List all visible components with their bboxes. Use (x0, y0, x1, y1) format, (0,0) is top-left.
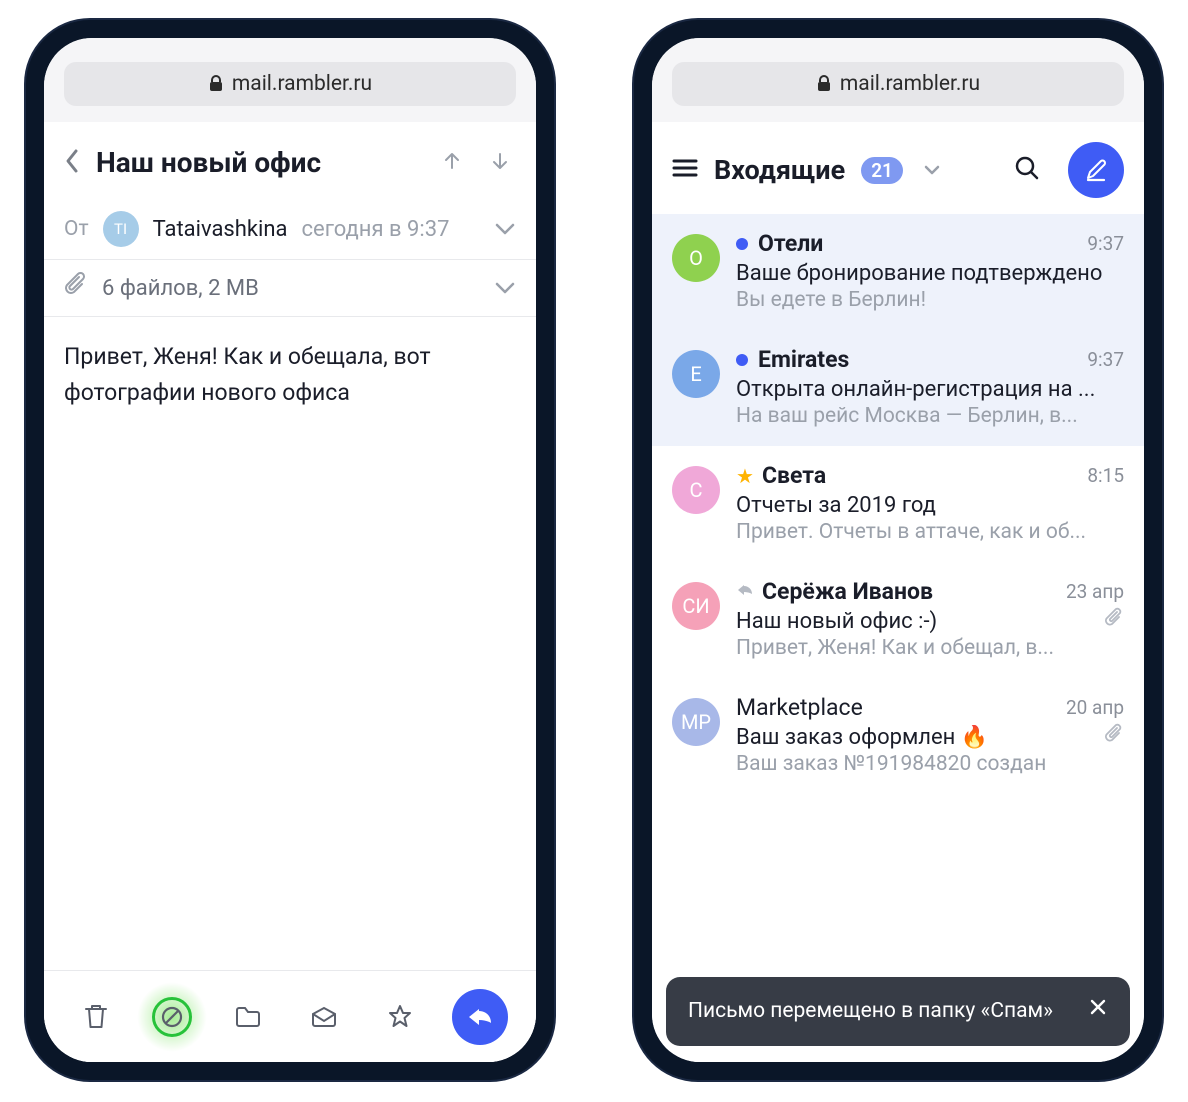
sender-name: Tataivashkina (153, 217, 288, 242)
message-sender: Marketplace (736, 694, 863, 721)
sender-avatar: O (672, 234, 720, 282)
star-button[interactable] (376, 993, 424, 1041)
screen-left: mail.rambler.ru Наш новый офис От TI Tat… (44, 38, 536, 1062)
email-thread-view: Наш новый офис От TI Tataivashkina сегод… (44, 122, 536, 1062)
message-subject: Наш новый офис :-) (736, 609, 1096, 634)
thread-title: Наш новый офис (96, 146, 420, 179)
screen-right: mail.rambler.ru Входящие 21 (652, 38, 1144, 1062)
folder-name[interactable]: Входящие (714, 154, 845, 186)
paperclip-icon (64, 272, 88, 304)
attachments-summary: 6 файлов, 2 MB (102, 276, 259, 301)
message-preview: Привет. Отчеты в аттаче, как и об... (736, 520, 1124, 544)
message-body: Серёжа Иванов 23 апр Наш новый офис :-)При… (736, 578, 1124, 660)
spam-icon (152, 997, 192, 1037)
message-item[interactable]: C ★ Света 8:15 Отчеты за 2019 годПривет. Отч… (652, 446, 1144, 562)
message-time: 8:15 (1087, 464, 1124, 487)
star-icon: ★ (736, 464, 754, 488)
message-item[interactable]: MP Marketplace 20 апр Ваш заказ оформлен 🔥В… (652, 678, 1144, 794)
reply-button[interactable] (452, 989, 508, 1045)
unread-count-badge: 21 (861, 157, 903, 184)
toast-notification: Письмо перемещено в папку «Спам» (666, 977, 1130, 1046)
message-time: 23 апр (1066, 580, 1124, 603)
from-label: От (64, 217, 89, 241)
search-button[interactable] (1014, 155, 1040, 185)
back-button[interactable] (64, 147, 80, 179)
sender-avatar: C (672, 466, 720, 514)
message-preview: Вы едете в Берлин! (736, 288, 1124, 312)
sender-avatar: E (672, 350, 720, 398)
message-sender: Отели (758, 230, 823, 257)
message-preview: Привет, Женя! Как и обещал, в... (736, 636, 1124, 660)
thread-header: Наш новый офис (44, 122, 536, 199)
toast-text: Письмо перемещено в папку «Спам» (688, 997, 1088, 1026)
inbox-header: Входящие 21 (652, 122, 1144, 214)
delete-button[interactable] (72, 993, 120, 1041)
message-subject: Открыта онлайн-регистрация на ... (736, 377, 1124, 402)
paperclip-icon (1104, 723, 1124, 749)
address-bar-url: mail.rambler.ru (232, 72, 372, 96)
sender-avatar: СИ (672, 582, 720, 630)
toast-close-button[interactable] (1088, 997, 1108, 1026)
message-body: ★ Света 8:15 Отчеты за 2019 годПривет. Отче… (736, 462, 1124, 544)
message-preview: На ваш рейс Москва — Берлин, в... (736, 404, 1124, 428)
message-time: 9:37 (1087, 232, 1124, 255)
lock-icon (208, 75, 224, 93)
message-sender: Emirates (758, 346, 849, 373)
inbox-view: Входящие 21 O Отели 9:37 Ваше бронирование … (652, 122, 1144, 1062)
message-item[interactable]: O Отели 9:37 Ваше бронирование подтверждено… (652, 214, 1144, 330)
move-folder-button[interactable] (224, 993, 272, 1041)
address-bar-field[interactable]: mail.rambler.ru (672, 62, 1124, 106)
mark-read-button[interactable] (300, 993, 348, 1041)
message-subject: Ваш заказ оформлен 🔥 (736, 725, 1096, 750)
message-preview: Ваш заказ №191984820 создан (736, 752, 1124, 776)
message-time: 9:37 (1087, 348, 1124, 371)
compose-button[interactable] (1068, 142, 1124, 198)
menu-button[interactable] (672, 158, 698, 182)
address-bar-url: mail.rambler.ru (840, 72, 980, 96)
spam-button[interactable] (148, 993, 196, 1041)
paperclip-icon (1104, 607, 1124, 633)
browser-address-bar: mail.rambler.ru (44, 38, 536, 122)
phone-left: mail.rambler.ru Наш новый офис От TI Tat… (26, 20, 554, 1080)
message-body: Marketplace 20 апр Ваш заказ оформлен 🔥Ваш… (736, 694, 1124, 776)
chevron-down-icon[interactable] (494, 276, 516, 301)
address-bar-field[interactable]: mail.rambler.ru (64, 62, 516, 106)
message-list[interactable]: O Отели 9:37 Ваше бронирование подтверждено… (652, 214, 1144, 794)
prev-message-button[interactable] (436, 151, 468, 175)
chevron-down-icon[interactable] (494, 217, 516, 242)
message-subject: Ваше бронирование подтверждено (736, 261, 1124, 286)
phone-right: mail.rambler.ru Входящие 21 (634, 20, 1162, 1080)
lock-icon (816, 75, 832, 93)
sender-avatar: TI (103, 211, 139, 247)
message-body: Emirates 9:37 Открыта онлайн-регистрация н… (736, 346, 1124, 428)
unread-dot-icon (736, 238, 748, 250)
message-time: сегодня в 9:37 (302, 217, 450, 242)
message-time: 20 апр (1066, 696, 1124, 719)
unread-dot-icon (736, 354, 748, 366)
message-subject: Отчеты за 2019 год (736, 493, 1124, 518)
message-sender: Света (762, 462, 826, 489)
attachments-row[interactable]: 6 файлов, 2 MB (44, 260, 536, 317)
message-sender: Серёжа Иванов (762, 578, 933, 605)
message-toolbar (44, 970, 536, 1062)
message-item[interactable]: E Emirates 9:37 Открыта онлайн-регистрация … (652, 330, 1144, 446)
message-body: Отели 9:37 Ваше бронирование подтвержденоВ… (736, 230, 1124, 312)
reply-indicator-icon (736, 582, 754, 602)
message-item[interactable]: СИ Серёжа Иванов 23 апр Наш новый офис :-)П… (652, 562, 1144, 678)
next-message-button[interactable] (484, 151, 516, 175)
browser-address-bar: mail.rambler.ru (652, 38, 1144, 122)
sender-avatar: MP (672, 698, 720, 746)
chevron-down-icon[interactable] (923, 161, 941, 180)
message-body: Привет, Женя! Как и обещала, вот фотогра… (44, 317, 536, 432)
sender-row[interactable]: От TI Tataivashkina сегодня в 9:37 (44, 199, 536, 260)
